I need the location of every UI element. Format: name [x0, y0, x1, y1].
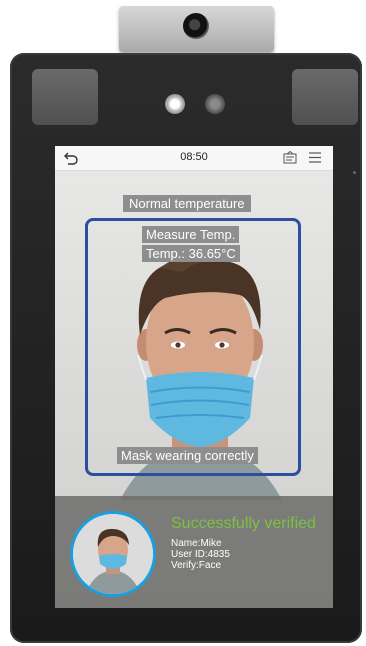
user-name: Name:Mike	[171, 538, 222, 549]
secondary-camera	[205, 94, 225, 114]
ir-light	[165, 94, 185, 114]
avatar	[70, 511, 156, 597]
verify-mode: Verify:Face	[171, 560, 222, 571]
camera-icon	[183, 13, 209, 39]
left-sensor	[32, 69, 98, 125]
user-id: User ID:4835	[171, 549, 230, 560]
verification-title: Successfully verified	[171, 515, 316, 532]
measure-label: Measure Temp.	[142, 226, 240, 243]
status-bar: 08:50	[55, 146, 333, 171]
temperature-reading: Temp.: 36.65°C	[142, 245, 240, 262]
document-icon[interactable]	[283, 151, 297, 164]
right-sensor	[292, 69, 358, 125]
avatar-face	[73, 514, 153, 594]
menu-icon[interactable]	[308, 151, 322, 164]
side-indicator	[353, 171, 356, 174]
mask-status-label: Mask wearing correctly	[117, 447, 258, 464]
temperature-status-banner: Normal temperature	[123, 195, 251, 212]
